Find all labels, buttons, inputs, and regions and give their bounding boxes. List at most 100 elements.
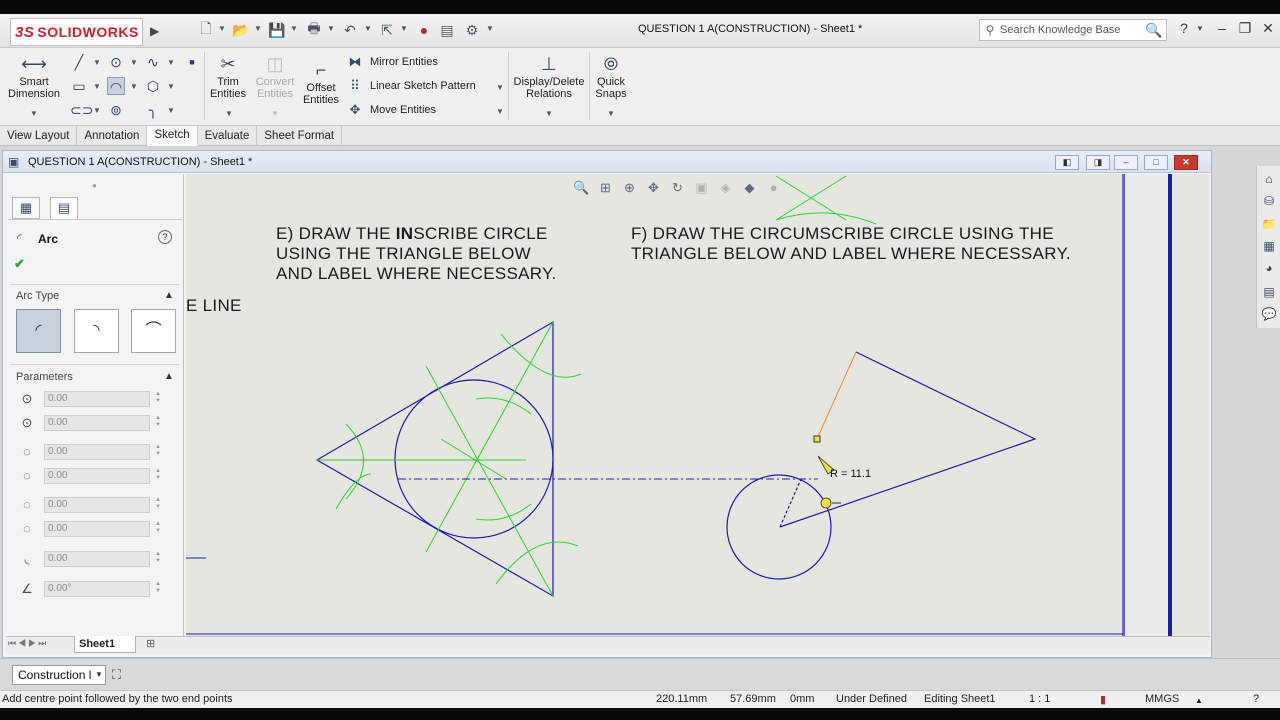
quick-snaps-button[interactable]: ⦾ Quick Snaps — [592, 54, 630, 100]
chevron-down-icon[interactable]: ▼ — [400, 24, 408, 33]
centerpoint-arc-icon[interactable]: ◜ — [16, 309, 61, 353]
line-tool-icon[interactable]: ╱ — [70, 53, 88, 71]
note-e-line-2[interactable]: USING THE TRIANGLE BELOW — [276, 244, 531, 264]
spinner-icon[interactable]: ▲ ▼ — [155, 551, 161, 565]
start-x-field[interactable]: 0.00 — [44, 444, 150, 460]
chevron-down-icon[interactable]: ▼ — [496, 107, 504, 116]
minimize-icon[interactable]: – — [1212, 20, 1232, 36]
sheet-tab[interactable]: Sheet1 — [74, 636, 136, 653]
chevron-down-icon[interactable]: ▼ — [290, 24, 298, 33]
fillet-tool-icon[interactable]: ╮ — [144, 101, 162, 119]
tile-right-icon[interactable]: ◨ — [1086, 155, 1110, 170]
chevron-down-icon[interactable]: ▼ — [254, 24, 262, 33]
rotate-icon[interactable]: ↻ — [668, 178, 687, 197]
tangent-arc-icon[interactable]: ◝ — [74, 309, 119, 353]
chevron-down-icon[interactable]: ▼ — [225, 109, 233, 118]
feature-manager-tab-icon[interactable]: ▦ — [12, 197, 40, 219]
note-f-line-2[interactable]: TRIANGLE BELOW AND LABEL WHERE NECESSARY… — [631, 244, 1071, 264]
end-x-field[interactable]: 0.00 — [44, 497, 150, 513]
chevron-down-icon[interactable]: ▼ — [95, 670, 103, 679]
center-y-field[interactable]: 0.00 — [44, 415, 150, 431]
chevron-down-icon[interactable]: ▼ — [271, 109, 279, 118]
spinner-icon[interactable]: ▲ ▼ — [155, 468, 161, 482]
chevron-down-icon[interactable]: ▼ — [93, 82, 101, 91]
spinner-icon[interactable]: ▲ ▼ — [155, 581, 161, 595]
spinner-icon[interactable]: ▲ ▼ — [155, 497, 161, 511]
doc-maximize-icon[interactable]: □ — [1144, 155, 1168, 170]
tab-annotation[interactable]: Annotation — [77, 126, 148, 146]
rebuild-indicator-icon[interactable]: ▮ — [1100, 693, 1106, 706]
save-icon[interactable]: 💾 — [266, 20, 288, 40]
chevron-down-icon[interactable]: ▼ — [364, 24, 372, 33]
undo-icon[interactable]: ↶ — [339, 20, 361, 40]
spinner-icon[interactable]: ▲ ▼ — [155, 521, 161, 535]
note-e[interactable]: E) DRAW THE INSCRIBE CIRCLE — [276, 224, 548, 244]
status-units[interactable]: MMGS — [1145, 693, 1179, 705]
knowledge-base-search[interactable]: ⚲ Search Knowledge Base 🔍 — [979, 19, 1167, 41]
select-pointer-icon[interactable]: ⇱ — [376, 20, 398, 40]
smart-dimension-button[interactable]: ⟷ Smart Dimension — [5, 54, 63, 100]
help-icon[interactable]: ? — [1174, 20, 1194, 36]
trim-entities-button[interactable]: ✂ Trim Entities — [206, 54, 250, 100]
layer-properties-icon[interactable]: ⛶ — [112, 667, 121, 683]
spinner-icon[interactable]: ▲ ▼ — [155, 391, 161, 405]
note-f-line-1[interactable]: F) DRAW THE CIRCUMSCRIBE CIRCLE USING TH… — [631, 224, 1054, 244]
solidworks-logo[interactable]: 3S SOLIDWORKS — [10, 18, 143, 46]
new-document-icon[interactable]: 🗋 — [195, 20, 217, 40]
chevron-down-icon[interactable]: ▼ — [130, 82, 138, 91]
chevron-down-icon[interactable]: ▼ — [1196, 24, 1204, 33]
forum-icon[interactable]: 💬 — [1260, 305, 1278, 323]
slot-tool-icon[interactable]: ⊂⊃ — [70, 101, 93, 119]
spline-tool-icon[interactable]: ∿ — [144, 53, 162, 71]
zoom-to-area-icon[interactable]: ⊞ — [596, 178, 615, 197]
layer-select[interactable]: Construction l — [12, 665, 106, 685]
arc-tool-icon[interactable]: ◠ — [107, 77, 125, 95]
search-icon[interactable]: 🔍 — [1142, 22, 1166, 39]
ok-checkmark-icon[interactable]: ✔ — [14, 256, 25, 272]
options-gear-icon[interactable]: ⚙ — [461, 20, 483, 40]
chevron-up-icon[interactable]: ▲ — [1195, 696, 1203, 705]
move-entities-button[interactable]: ✥ Move Entities — [346, 102, 436, 118]
tab-sheet-format[interactable]: Sheet Format — [257, 126, 343, 146]
chevron-down-icon[interactable]: ▼ — [496, 83, 504, 92]
appearance-icon[interactable]: ● — [764, 178, 783, 197]
customize-icon[interactable]: ? — [1253, 693, 1259, 705]
add-sheet-icon[interactable]: ⊞ — [146, 637, 155, 650]
design-library-icon[interactable]: ⛁ — [1260, 192, 1278, 210]
display-delete-relations-button[interactable]: ⊥ Display/Delete Relations — [512, 54, 586, 100]
chevron-down-icon[interactable]: ▼ — [130, 58, 138, 67]
chevron-down-icon[interactable]: ▼ — [30, 109, 38, 118]
menu-expand-icon[interactable]: ▶ — [150, 24, 159, 38]
home-icon[interactable]: ⌂ — [1260, 170, 1278, 188]
circle-tool-icon[interactable]: ⊙ — [107, 53, 125, 71]
zoom-in-out-icon[interactable]: ⊕ — [620, 178, 639, 197]
property-manager-tab-icon[interactable]: ▤ — [50, 197, 78, 219]
chevron-down-icon[interactable]: ▼ — [607, 109, 615, 118]
chevron-down-icon[interactable]: ▼ — [218, 24, 226, 33]
three-point-arc-icon[interactable]: ⌒ — [131, 309, 176, 353]
doc-close-icon[interactable]: ✕ — [1174, 155, 1198, 170]
chevron-down-icon[interactable]: ▼ — [93, 58, 101, 67]
chevron-down-icon[interactable]: ▼ — [167, 106, 175, 115]
help-icon[interactable]: ? — [158, 230, 172, 244]
print-icon[interactable]: 🖶 — [303, 20, 325, 40]
ellipse-tool-icon[interactable]: ⊚ — [107, 101, 125, 119]
collapse-icon[interactable]: ▲ — [164, 290, 174, 301]
end-y-field[interactable]: 0.00 — [44, 521, 150, 537]
hide-show-items-icon[interactable]: ◆ — [740, 178, 759, 197]
view-orientation-icon[interactable]: ▣ — [692, 178, 711, 197]
mirror-entities-button[interactable]: ⧓ Mirror Entities — [346, 54, 438, 70]
rebuild-icon[interactable]: ● — [413, 20, 435, 40]
display-style-icon[interactable]: ◈ — [716, 178, 735, 197]
open-folder-icon[interactable]: 📂 — [230, 20, 252, 40]
doc-minimize-icon[interactable]: – — [1114, 155, 1138, 170]
collapse-icon[interactable]: ▲ — [164, 371, 174, 382]
angle-field[interactable]: 0.00° — [44, 581, 150, 597]
search-input[interactable]: Search Knowledge Base — [1000, 24, 1142, 36]
sheet-nav-arrows-icon[interactable]: ⏮◀▶⏭ — [8, 638, 48, 649]
chevron-down-icon[interactable]: ▼ — [545, 109, 553, 118]
rectangle-tool-icon[interactable]: ▭ — [70, 77, 88, 95]
file-properties-icon[interactable]: ▤ — [436, 20, 458, 40]
spinner-icon[interactable]: ▲ ▼ — [155, 415, 161, 429]
radius-field[interactable]: 0.00 — [44, 551, 150, 567]
